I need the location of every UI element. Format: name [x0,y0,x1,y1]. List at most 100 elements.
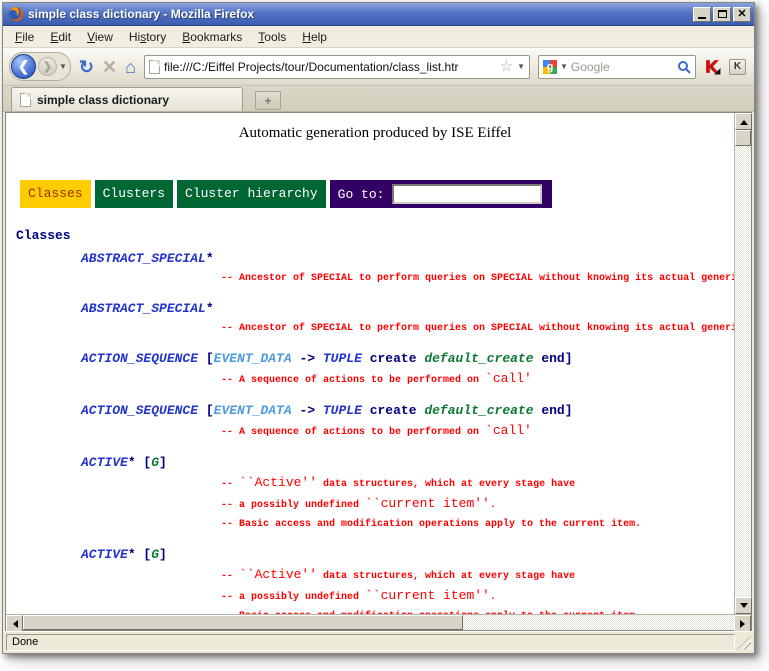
reload-button[interactable]: ↻ [79,58,94,76]
vertical-scroll-thumb[interactable] [735,130,751,146]
search-input[interactable] [571,60,674,74]
menu-item-bookmarks[interactable]: Bookmarks [174,27,250,47]
resize-grip[interactable] [737,636,751,650]
class-entry: ABSTRACT_SPECIAL*-- Ancestor of SPECIAL … [16,299,734,338]
classes-section-title: Classes [16,228,734,243]
comment-text: ``Active'' [239,475,317,490]
arrow-right-icon [740,620,749,628]
page-viewport: Automatic generation produced by ISE Eif… [5,112,752,614]
window-title: simple class dictionary - Mozilla Firefo… [28,7,693,21]
horizontal-scroll-track[interactable] [463,615,734,630]
comment-text: -- A sequence of actions to be performed… [221,427,485,438]
class-link[interactable]: TUPLE [323,403,362,418]
class-entry: ACTIVE* [G]-- ``Active'' data structures… [16,545,734,614]
firefox-icon [8,6,24,22]
horizontal-scrollbar[interactable] [5,614,752,631]
scroll-left-button[interactable] [6,615,23,632]
signature-token: * [206,251,214,266]
class-link[interactable]: ACTIVE [81,455,128,470]
arrow-left-icon [9,620,18,628]
menu-bar: FileEditViewHistoryBookmarksToolsHelp [3,26,754,48]
back-button[interactable]: ❮ [11,54,36,79]
stop-button[interactable]: ✕ [102,58,117,76]
menu-item-edit[interactable]: Edit [42,27,79,47]
class-link[interactable]: ACTIVE [81,547,128,562]
comment-text: -- [221,479,239,490]
tab-simple-class-dictionary[interactable]: simple class dictionary [11,87,243,111]
signature-token: [ [198,403,214,418]
class-link[interactable]: ACTION_SEQUENCE [81,403,198,418]
vertical-scroll-track[interactable] [735,146,751,597]
home-button[interactable]: ⌂ [125,58,136,76]
new-tab-button[interactable]: + [255,91,281,110]
class-signature: ACTIVE* [G] [16,545,734,565]
navigation-toolbar: ❮ ❯ ▼ ↻ ✕ ⌂ file:///C:/Eiffel Projects/t… [3,48,754,86]
arrow-down-icon [740,603,748,612]
scroll-right-button[interactable] [734,615,751,632]
kaspersky-icon[interactable] [704,58,721,75]
goto-input[interactable] [392,184,542,204]
class-link[interactable]: ABSTRACT_SPECIAL [81,301,206,316]
comment-text: -- A sequence of actions to be performed… [221,375,485,386]
signature-token: [ [198,351,214,366]
class-entries: ABSTRACT_SPECIAL*-- Ancestor of SPECIAL … [16,249,734,614]
tab-bar: simple class dictionary + [3,86,754,112]
signature-token: G [151,547,159,562]
scroll-up-button[interactable] [735,113,752,130]
comment-text: -- Basic access and modification operati… [221,611,641,614]
urlbar-dropdown-icon[interactable]: ▼ [517,62,525,71]
menu-item-tools[interactable]: Tools [250,27,294,47]
menu-item-help[interactable]: Help [294,27,335,47]
class-comment: -- Basic access and modification operati… [16,607,734,614]
menu-item-history[interactable]: History [121,27,174,47]
bookmark-star-icon[interactable]: ☆ [500,59,513,74]
comment-text: -- [221,571,239,582]
minimize-button[interactable] [693,7,711,22]
status-text: Done [6,634,735,651]
class-link[interactable]: ACTION_SEQUENCE [81,351,198,366]
k-addon-button[interactable]: K [729,59,746,75]
window-controls: ✕ [693,7,751,22]
class-link[interactable]: TUPLE [323,351,362,366]
search-box[interactable]: g ▼ [538,55,696,79]
class-link[interactable]: ABSTRACT_SPECIAL [81,251,206,266]
comment-text: ``current item'' [365,588,490,603]
search-magnifier-icon[interactable] [677,60,691,74]
signature-token: default_create [424,351,533,366]
horizontal-scroll-thumb[interactable] [23,615,463,630]
forward-button[interactable]: ❯ [38,57,57,76]
menu-item-view[interactable]: View [79,27,121,47]
page-button-classes[interactable]: Classes [20,180,91,208]
vertical-scrollbar[interactable] [734,113,751,614]
page-button-cluster-hierarchy[interactable]: Cluster hierarchy [177,180,326,208]
class-entry: ACTION_SEQUENCE [EVENT_DATA -> TUPLE cre… [16,401,734,442]
signature-token: default_create [424,403,533,418]
class-signature: ABSTRACT_SPECIAL* [16,299,734,319]
menu-item-file[interactable]: File [7,27,42,47]
generic-link[interactable]: EVENT_DATA [214,351,292,366]
comment-text: . [490,592,496,603]
comment-text: . [490,500,496,511]
comment-text: `call' [485,371,532,386]
signature-token: create [362,403,424,418]
class-signature: ABSTRACT_SPECIAL* [16,249,734,269]
page-button-clusters[interactable]: Clusters [95,180,173,208]
search-engine-dropdown-icon[interactable]: ▼ [560,62,568,71]
screenshot-root: simple class dictionary - Mozilla Firefo… [0,0,769,671]
comment-text: -- Ancestor of SPECIAL to perform querie… [221,273,734,284]
address-bar[interactable]: file:///C:/Eiffel Projects/tour/Document… [144,55,530,79]
comment-text: -- Basic access and modification operati… [221,519,641,530]
url-text[interactable]: file:///C:/Eiffel Projects/tour/Document… [164,60,496,74]
maximize-button[interactable] [713,7,731,22]
page-nav-buttons: ClassesClustersCluster hierarchyGo to: [20,180,734,208]
scroll-down-button[interactable] [735,597,752,614]
comment-text: `call' [485,423,532,438]
minimize-icon [698,17,706,19]
history-dropdown-icon[interactable]: ▼ [59,62,67,71]
close-button[interactable]: ✕ [733,7,751,22]
browser-window: simple class dictionary - Mozilla Firefo… [2,2,755,654]
status-bar: Done [3,631,754,653]
generic-link[interactable]: EVENT_DATA [214,403,292,418]
comment-text: data structures, which at every stage ha… [317,479,575,490]
signature-token: ] [159,455,167,470]
